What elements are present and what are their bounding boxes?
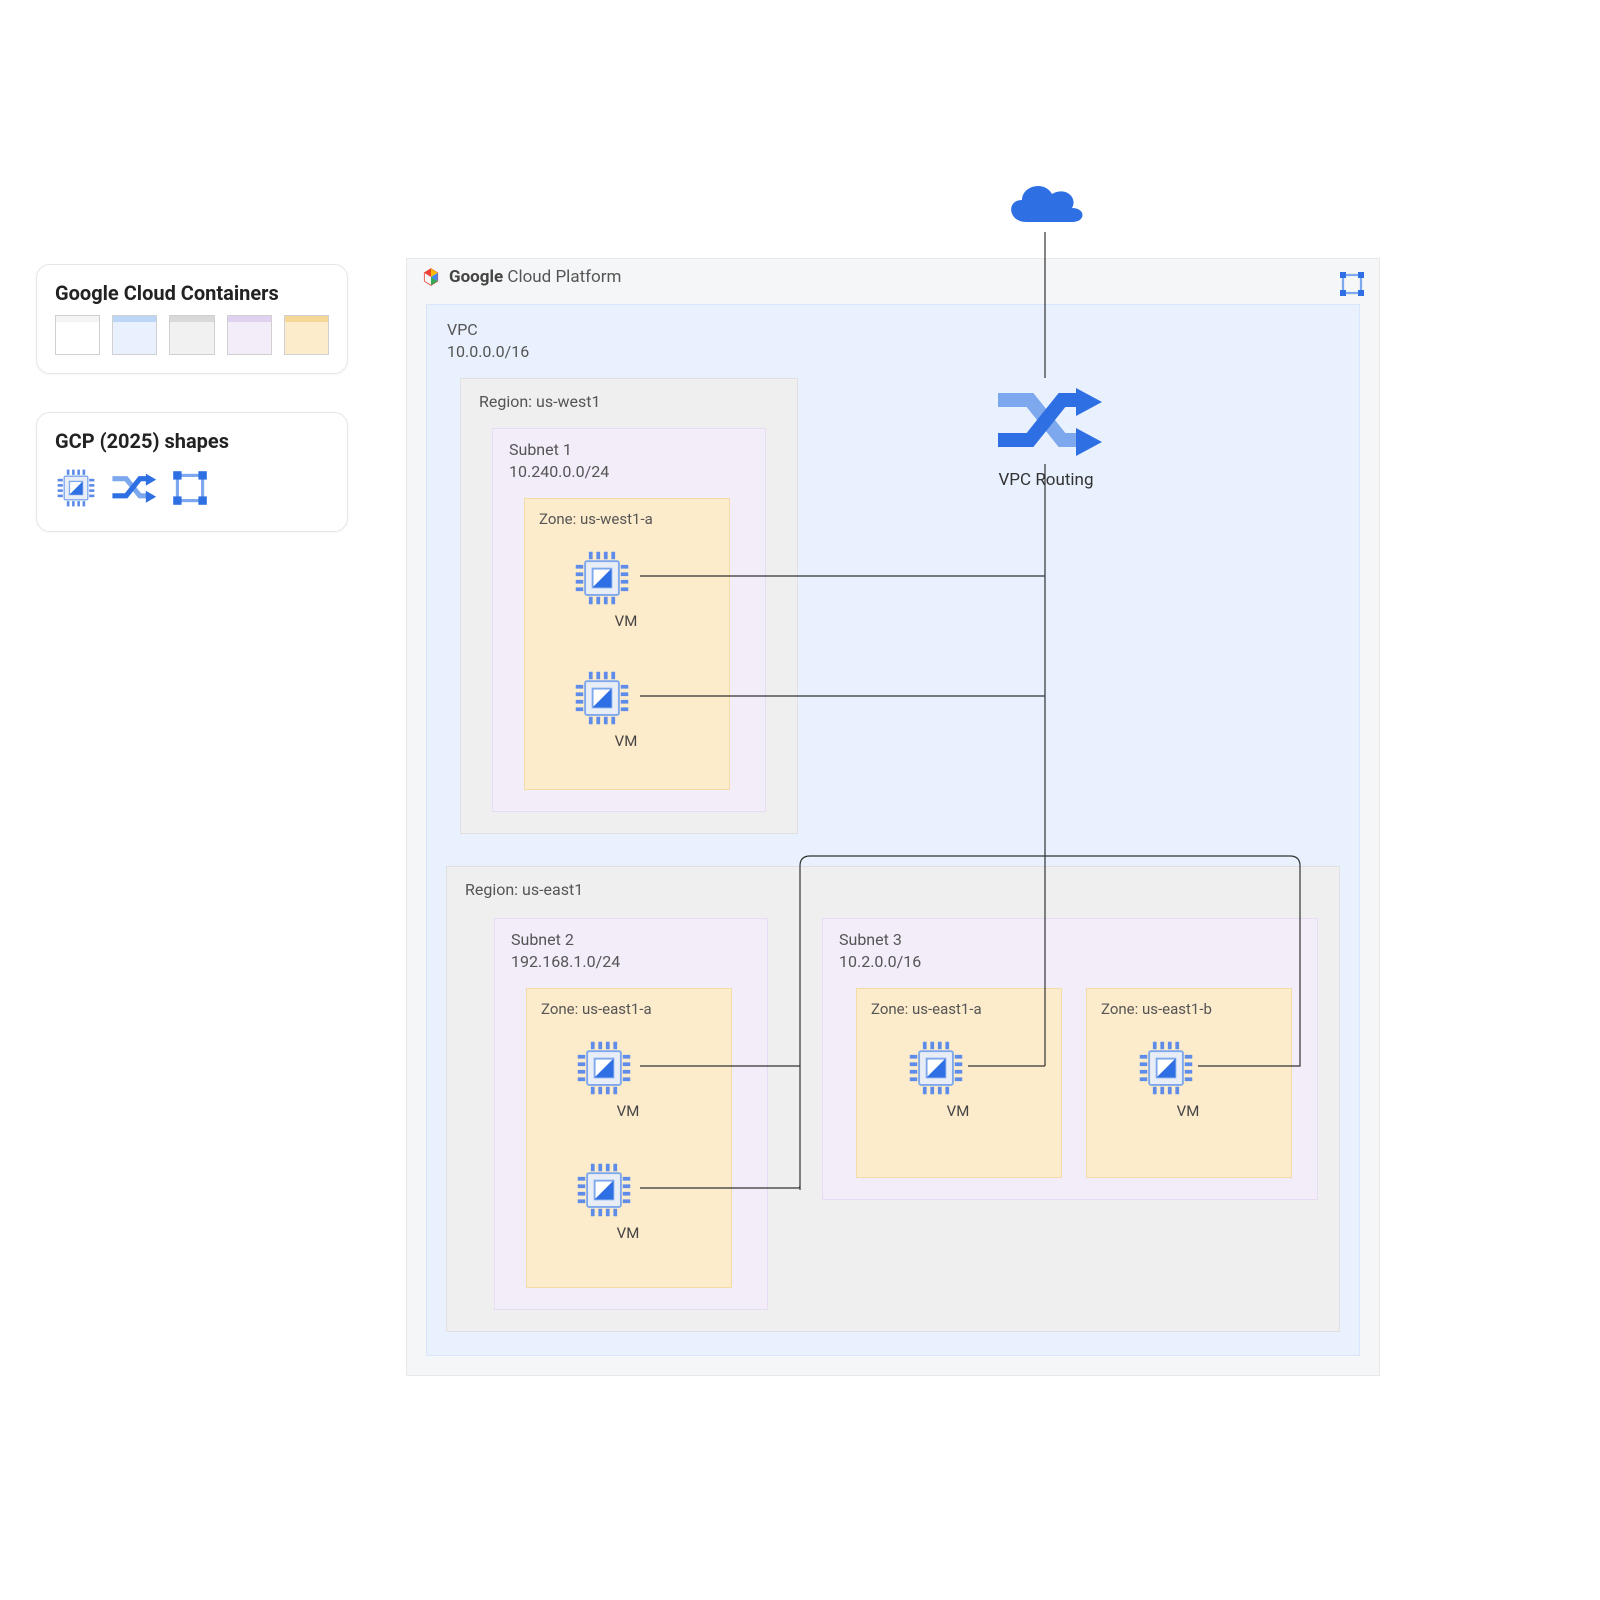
palette-containers[interactable]: Google Cloud Containers [36,264,348,374]
zone-east3-a-label: Zone: us-east1-a [871,999,982,1019]
container-swatch[interactable] [55,315,100,355]
palette-shapes-row [37,459,347,531]
region-west-label: Region: us-west1 [479,391,601,413]
container-swatch[interactable] [169,315,214,355]
palette-containers-title: Google Cloud Containers [37,265,347,311]
container-swatch[interactable] [284,315,329,355]
palette-shapes-title: GCP (2025) shapes [37,413,347,459]
routing-icon[interactable] [109,469,157,510]
vm-east3-b-label: VM [1086,1102,1290,1120]
region-east-label: Region: us-east1 [465,879,583,901]
vm-east2-2-label: VM [526,1224,730,1242]
vpc-label: VPC10.0.0.0/16 [447,319,529,362]
subnet3-label: Subnet 310.2.0.0/16 [839,929,921,972]
palette-shapes[interactable]: GCP (2025) shapes [36,412,348,532]
vm-west-a-2[interactable] [572,668,632,732]
container-swatch[interactable] [112,315,157,355]
square-corners-icon[interactable] [169,467,211,513]
vpc-routing-icon[interactable] [990,378,1102,468]
vm-west-a-1-label: VM [524,612,728,630]
vm-west-a-1[interactable] [572,548,632,612]
zone-west-a-label: Zone: us-west1-a [539,509,653,529]
square-corners-icon[interactable] [1337,269,1367,303]
vm-east3-b[interactable] [1136,1038,1196,1102]
cpu-icon[interactable] [55,467,97,513]
vm-east3-a-label: VM [856,1102,1060,1120]
vm-west-a-2-label: VM [524,732,728,750]
vm-east2-2[interactable] [574,1160,634,1224]
subnet2-label: Subnet 2192.168.1.0/24 [511,929,620,972]
container-swatch[interactable] [227,315,272,355]
vm-east3-a[interactable] [906,1038,966,1102]
cloud-icon[interactable] [1000,176,1090,236]
gcp-platform-title: Cloud Platform [507,267,621,287]
subnet1-label: Subnet 110.240.0.0/24 [509,439,609,482]
gcp-platform-header: Google Cloud Platform [421,267,621,287]
vm-east2-1-label: VM [526,1102,730,1120]
vm-east2-1[interactable] [574,1038,634,1102]
gcp-logo-icon [421,267,441,287]
zone-east-a1-container[interactable]: Zone: us-east1-a [526,988,732,1288]
zone-east-a1-label: Zone: us-east1-a [541,999,652,1019]
palette-swatches [37,311,347,373]
vpc-routing-label: VPC Routing [966,470,1126,490]
zone-east3-b-label: Zone: us-east1-b [1101,999,1212,1019]
